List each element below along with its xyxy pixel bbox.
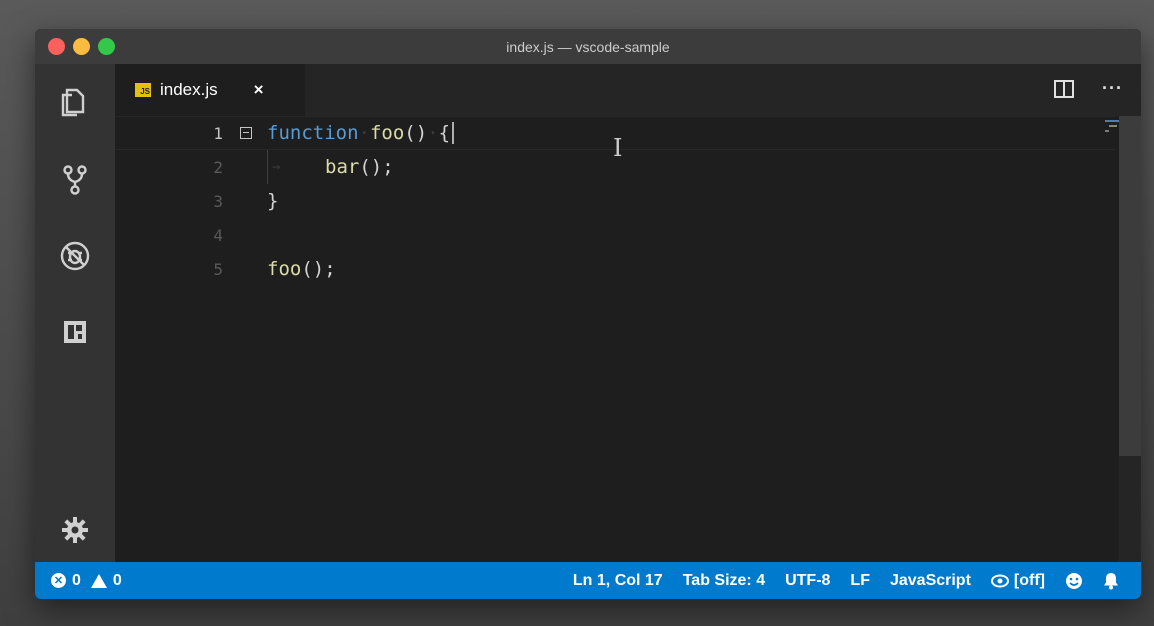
line-number: 3 — [213, 191, 223, 211]
end-of-line[interactable]: LF — [850, 572, 870, 590]
indent-guide — [267, 150, 268, 184]
activity-bar — [35, 64, 115, 562]
javascript-file-icon: JS — [135, 83, 151, 97]
line-number: 5 — [213, 259, 223, 279]
vertical-scrollbar[interactable] — [1119, 116, 1141, 456]
cursor-position[interactable]: Ln 1, Col 17 — [573, 572, 663, 590]
tab-index-js[interactable]: JS index.js × — [115, 64, 305, 116]
maximize-window-button[interactable] — [98, 38, 115, 55]
title-bar: index.js — vscode-sample — [35, 29, 1141, 64]
watch-toggle[interactable]: [off] — [990, 571, 1045, 590]
eye-icon — [990, 574, 1009, 587]
error-count: 0 — [72, 571, 81, 589]
files-icon[interactable] — [55, 82, 95, 122]
feedback-smiley-icon[interactable] — [1065, 572, 1083, 590]
debug-icon[interactable] — [55, 236, 95, 276]
gear-icon[interactable] — [55, 510, 95, 550]
code-line[interactable]: 3 } — [115, 184, 1115, 218]
code-line[interactable]: 4 — [115, 218, 1115, 252]
more-actions-icon[interactable]: ··· — [1102, 78, 1123, 99]
warning-icon — [90, 573, 107, 588]
text-cursor — [452, 122, 455, 145]
watch-label: [off] — [1013, 571, 1045, 589]
window-controls — [48, 38, 115, 55]
code-text-line-1: function·foo()·{ — [267, 122, 455, 145]
minimize-window-button[interactable] — [73, 38, 90, 55]
warning-count: 0 — [112, 571, 122, 589]
line-number: 1 — [213, 123, 223, 143]
encoding[interactable]: UTF-8 — [785, 572, 830, 590]
editor-area: JS index.js × ··· 1 function·foo()·{ 2 →… — [115, 64, 1141, 562]
window-title: index.js — vscode-sample — [506, 38, 670, 55]
error-icon: ✕ — [51, 573, 66, 588]
fold-toggle-icon[interactable] — [240, 127, 252, 139]
extensions-icon[interactable] — [55, 312, 95, 352]
editor-actions: ··· — [1054, 78, 1123, 99]
mouse-ibeam-cursor: I — [613, 134, 623, 162]
notifications-bell-icon[interactable] — [1103, 572, 1119, 590]
tab-whitespace-icon: → — [272, 159, 281, 175]
tab-bar: JS index.js × ··· — [115, 64, 1141, 116]
close-window-button[interactable] — [48, 38, 65, 55]
problems-indicator[interactable]: ✕ 0 0 — [51, 572, 122, 590]
tab-size[interactable]: Tab Size: 4 — [683, 572, 765, 590]
status-right: Ln 1, Col 17 Tab Size: 4 UTF-8 LF JavaSc… — [573, 572, 1119, 590]
language-mode[interactable]: JavaScript — [890, 572, 971, 590]
code-line[interactable]: 5 foo(); — [115, 252, 1115, 286]
split-editor-icon[interactable] — [1054, 79, 1075, 98]
status-bar: ✕ 0 0 Ln 1, Col 17 Tab Size: 4 UTF-8 LF … — [35, 562, 1141, 599]
code-text-line-5: foo(); — [267, 258, 336, 280]
vscode-window: index.js — vscode-sample JS index.js × ·… — [35, 29, 1141, 599]
code-text-line-2: bar(); — [325, 156, 394, 178]
tab-label: index.js — [160, 80, 218, 99]
line-number: 2 — [213, 157, 223, 177]
code-text-line-3: } — [267, 190, 279, 212]
line-number: 4 — [213, 225, 223, 245]
code-editor[interactable]: 1 function·foo()·{ 2 → bar(); 3 } 4 5 fo… — [115, 116, 1115, 562]
close-tab-button[interactable]: × — [254, 80, 264, 100]
source-control-icon[interactable] — [55, 159, 95, 199]
